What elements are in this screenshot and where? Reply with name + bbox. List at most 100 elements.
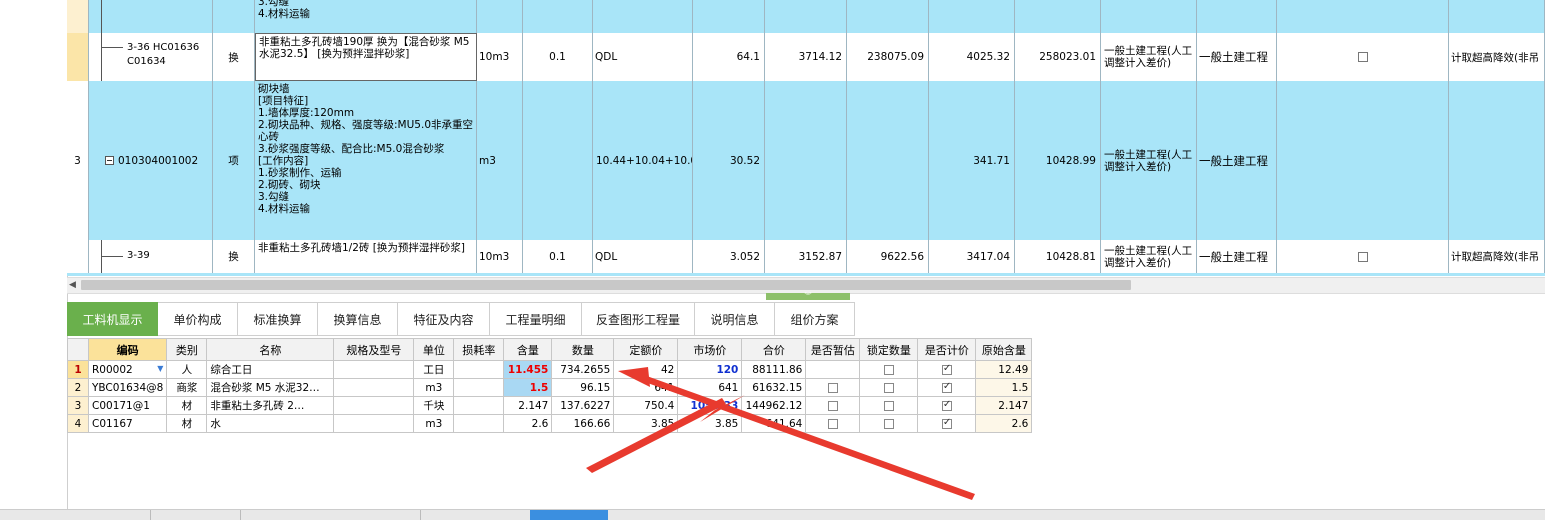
tab-graphic-quantity[interactable]: 反查图形工程量 [582,302,695,336]
col-header-market-price[interactable]: 市场价 [677,338,743,361]
table-row[interactable]: 3 C00171@1 材 非重粘土多孔砖 2… 千块 2.147 137.622… [67,396,1033,415]
tab-unit-price[interactable]: 单价构成 [158,302,238,336]
quantity-cell[interactable]: 166.66 [551,414,615,433]
spec-cell[interactable] [333,360,415,379]
loss-cell[interactable] [453,360,505,379]
priced-checkbox[interactable] [941,417,952,429]
tab-features[interactable]: 特征及内容 [398,302,490,336]
market-price-cell[interactable]: 1053.33 [677,396,743,415]
name-cell[interactable]: 非重粘土多孔砖 2… [206,396,335,415]
code-cell[interactable]: 010304001002 [89,81,213,240]
quantity-cell[interactable]: 96.15 [551,378,615,397]
col-header-spec[interactable]: 规格及型号 [333,338,415,361]
header-row: 编码 类别 名称 规格及型号 单位 损耗率 含量 数量 定额价 市场价 合价 是… [67,338,1033,361]
amount-cell: 3.052 [693,240,765,273]
code-cell[interactable]: R00002 ▼ [87,360,168,379]
original-content-cell: 2.147 [975,396,1033,415]
profession-cell: 一般土建工程(人工调整计入差价) [1101,240,1197,273]
desc-line: 4.材料运输 [258,203,311,215]
quantity-cell[interactable]: 137.6227 [551,396,615,415]
table-row[interactable]: 3.勾缝 4.材料运输 [67,0,1545,34]
tab-material-display[interactable]: 工料机显示 [67,302,158,336]
priced-cell [917,396,977,415]
tab-quantity-detail[interactable]: 工程量明细 [490,302,582,336]
col-header-quantity[interactable]: 数量 [551,338,615,361]
estimate-checkbox[interactable] [827,382,838,393]
lock-checkbox[interactable] [883,364,894,375]
col-header-quota-price[interactable]: 定额价 [613,338,679,361]
code-cell[interactable]: 3-39 [89,240,213,273]
code-line: C01634 [127,56,166,67]
desc-cell[interactable]: 非重粘土多孔砖墙1/2砖 [换为预拌湿拌砂浆] [255,240,477,273]
estimate-checkbox[interactable] [827,418,838,429]
lock-checkbox[interactable] [883,382,894,393]
name-cell[interactable]: 水 [206,414,335,433]
row-number: 3 [67,396,89,415]
loss-cell[interactable] [453,378,505,397]
code-cell[interactable]: YBC01634@8 [87,378,168,397]
tab-description[interactable]: 说明信息 [695,302,775,336]
content-cell[interactable]: 2.147 [503,396,553,415]
upper-grid: 3.勾缝 4.材料运输 3-36 HC01636 C01634 换 非重粘土多孔… [67,0,1545,276]
lock-checkbox[interactable] [883,400,894,411]
content-cell[interactable]: 1.5 [503,378,553,397]
code-cell[interactable]: C00171@1 [87,396,168,415]
col-header-name[interactable]: 名称 [206,338,335,361]
col-header-code[interactable]: 编码 [87,338,168,361]
col-header-loss[interactable]: 损耗率 [453,338,505,361]
loss-cell[interactable] [453,414,505,433]
table-row[interactable]: 4 C01167 材 水 m3 2.6 166.66 3.85 3.85 641… [67,414,1033,433]
row-number: 1 [67,360,89,379]
quantity-cell[interactable]: 734.2655 [551,360,615,379]
market-price-cell[interactable]: 3.85 [677,414,743,433]
tab-pricing-scheme[interactable]: 组价方案 [775,302,855,336]
market-price-cell[interactable]: 120 [677,360,743,379]
name-cell[interactable]: 混合砂浆 M5 水泥32… [206,378,335,397]
loss-cell[interactable] [453,396,505,415]
collapse-icon[interactable] [105,156,114,165]
scroll-left-icon[interactable]: ◀ [69,280,76,290]
col-header-category[interactable]: 类别 [166,338,208,361]
tab-conversion-info[interactable]: 换算信息 [318,302,398,336]
spec-cell[interactable] [333,414,415,433]
content-cell[interactable]: 11.455 [503,360,553,379]
row-checkbox[interactable] [1357,251,1368,262]
col-header-unit[interactable]: 单位 [413,338,455,361]
estimate-cell [805,378,861,397]
content-cell[interactable]: 2.6 [503,414,553,433]
desc-line: 1.砂浆制作、运输 [258,167,342,179]
col-header-lock[interactable]: 锁定数量 [859,338,919,361]
code-cell[interactable]: C01167 [87,414,168,433]
priced-checkbox[interactable] [941,381,952,393]
table-row[interactable]: 3 010304001002 项 砌块墙 [项目特征] 1.墙体厚度:120mm… [67,81,1545,241]
row-checkbox[interactable] [1357,52,1368,62]
desc-cell[interactable]: 非重粘土多孔砖墙190厚 换为【混合砂浆 M5 水泥32.5】 [换为预拌湿拌砂… [255,33,477,81]
table-row[interactable]: 3-39 换 非重粘土多孔砖墙1/2砖 [换为预拌湿拌砂浆] 10m3 0.1 … [67,240,1545,274]
col-header-priced[interactable]: 是否计价 [917,338,977,361]
lock-checkbox[interactable] [883,418,894,429]
code-cell[interactable]: 3-36 HC01636 C01634 [89,33,213,81]
priced-checkbox[interactable] [941,363,952,375]
table-row[interactable]: 2 YBC01634@8 商浆 混合砂浆 M5 水泥32… m3 1.5 96.… [67,378,1033,397]
kind-cell: 换 [213,33,255,81]
dropdown-arrow-icon[interactable]: ▼ [157,364,163,373]
col-header-original[interactable]: 原始含量 [975,338,1033,361]
note-cell: 计取超高降效(非吊 [1449,33,1545,81]
desc-cell[interactable]: 砌块墙 [项目特征] 1.墙体厚度:120mm 2.砌块品种、规格、强度等级:M… [255,81,477,240]
profession-cell: 一般土建工程 [1197,240,1277,273]
desc-line: 砌块墙 [258,83,290,95]
panel-splitter-handle[interactable]: ︾ [766,293,850,300]
scrollbar-thumb[interactable] [81,280,1131,290]
market-price-cell[interactable]: 641 [677,378,743,397]
table-row[interactable]: 1 R00002 ▼ 人 综合工日 工日 11.455 734.2655 42 1… [67,360,1033,379]
col-header-total[interactable]: 合价 [741,338,807,361]
col-header-estimate[interactable]: 是否暂估 [805,338,861,361]
col-header-content[interactable]: 含量 [503,338,553,361]
estimate-checkbox[interactable] [827,400,838,411]
priced-checkbox[interactable] [941,399,952,411]
tab-standard-conversion[interactable]: 标准换算 [238,302,318,336]
table-row[interactable]: 3-36 HC01636 C01634 换 非重粘土多孔砖墙190厚 换为【混合… [67,33,1545,82]
spec-cell[interactable] [333,378,415,397]
spec-cell[interactable] [333,396,415,415]
name-cell[interactable]: 综合工日 [206,360,335,379]
